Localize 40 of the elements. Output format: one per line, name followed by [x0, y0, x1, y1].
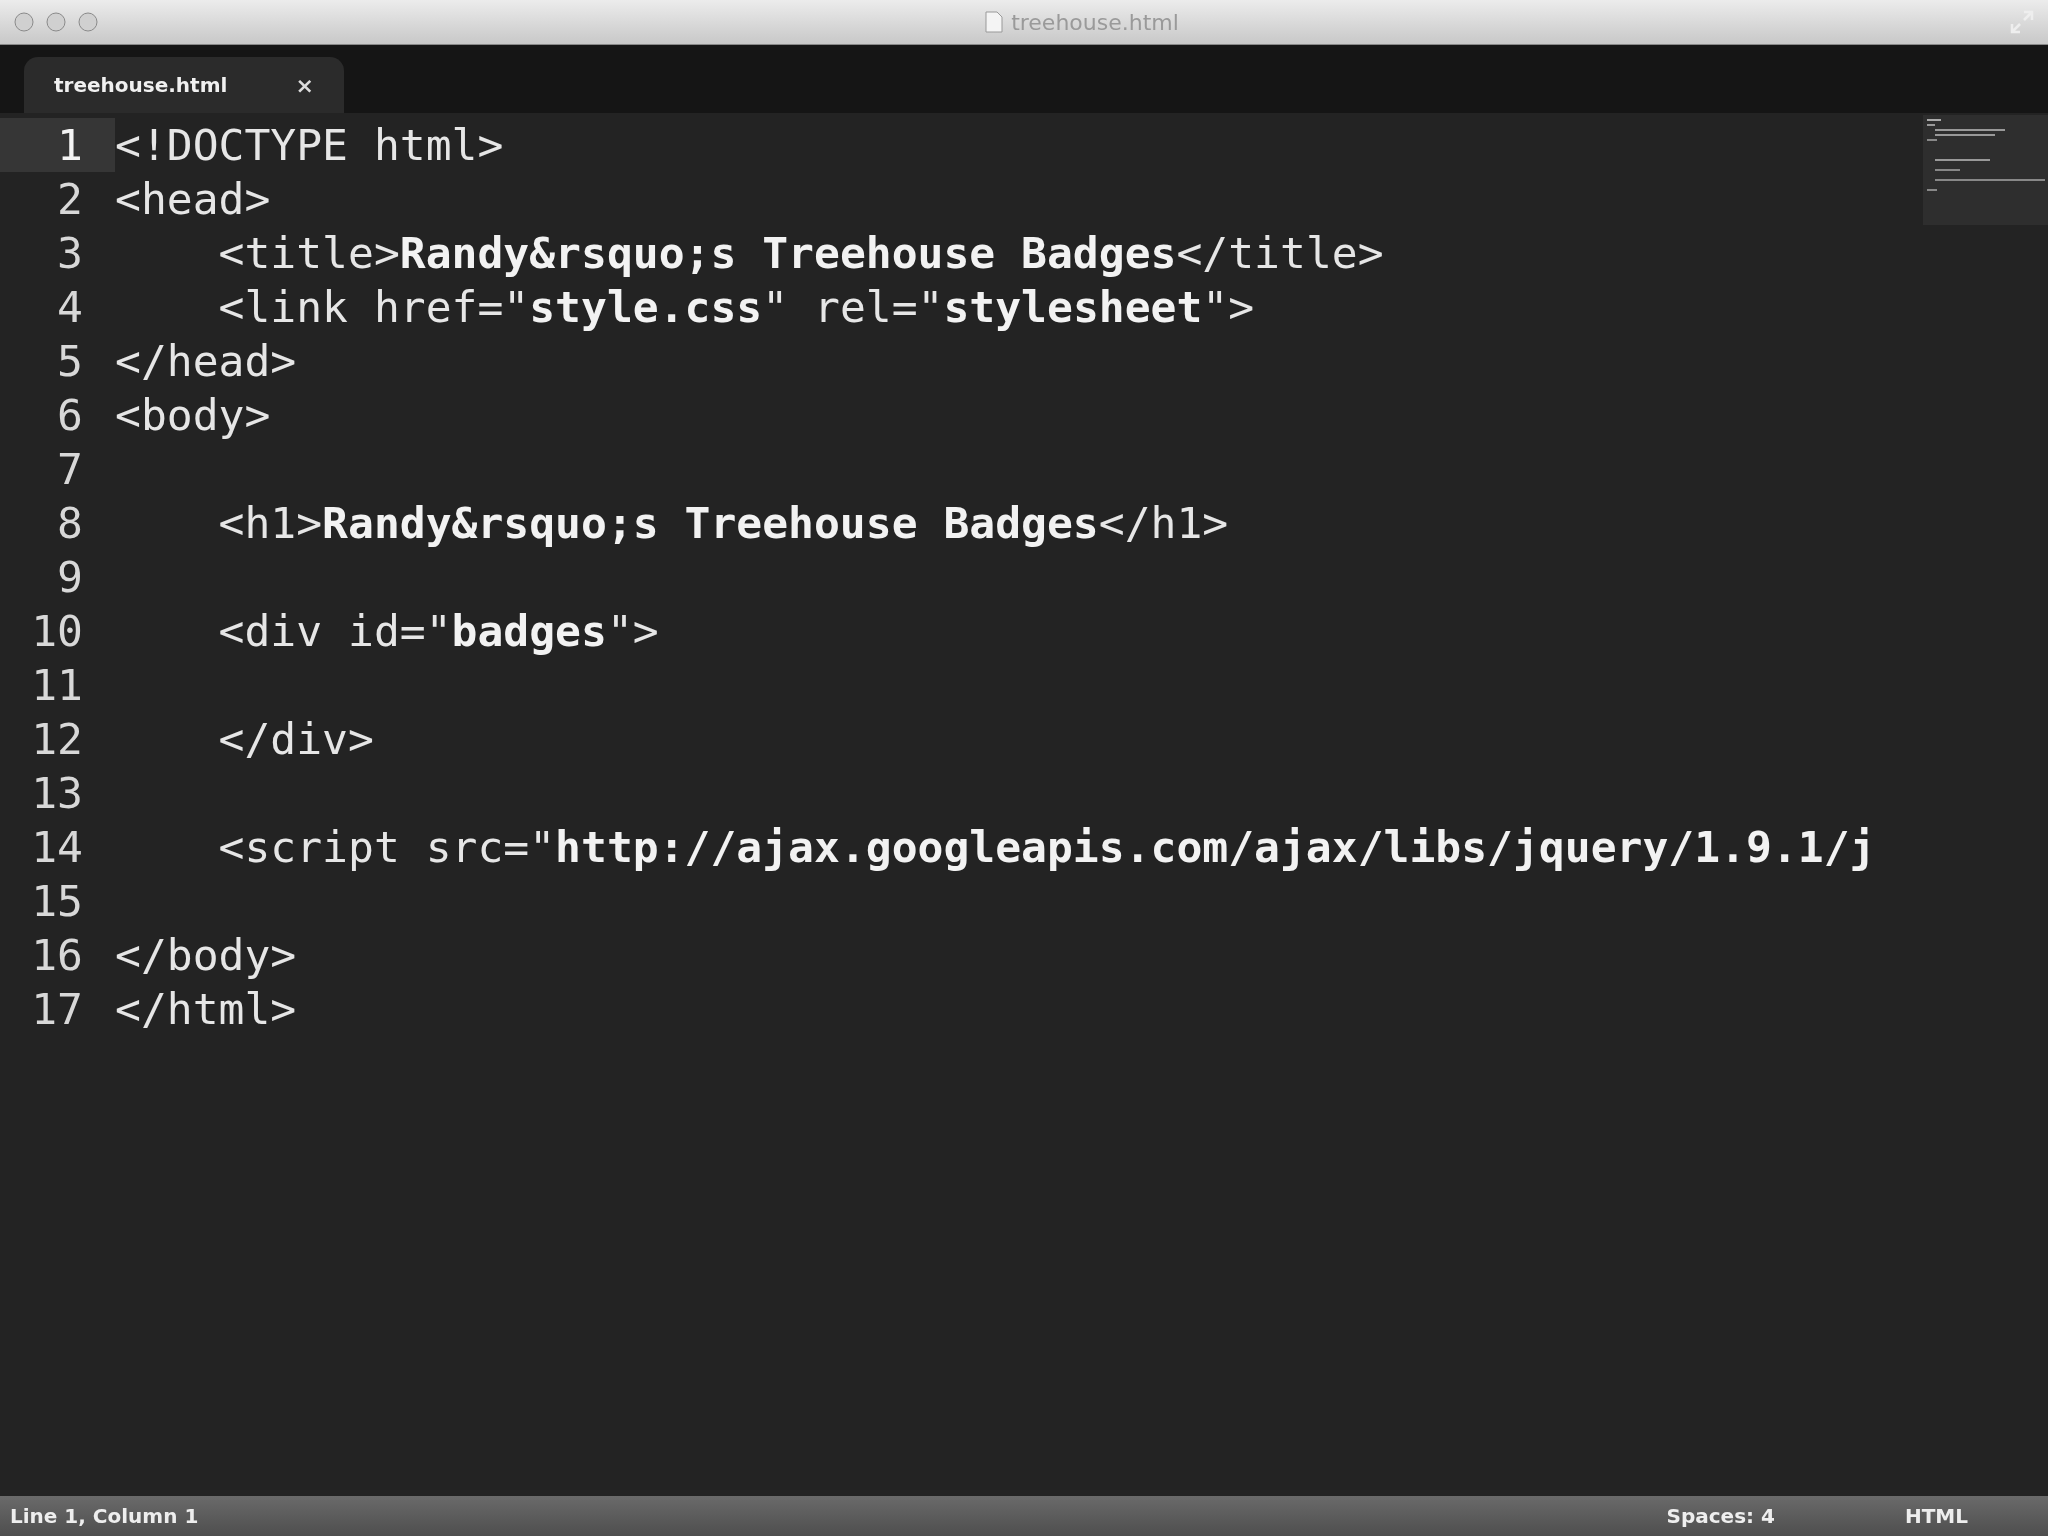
code-line: <body> [115, 390, 271, 440]
code-line: <script src="http://ajax.googleapis.com/ajax/libs/jquery/1.9.1/j [217, 822, 1876, 872]
code-line: </div> [217, 714, 374, 764]
cursor-position: Line 1, Column 1 [10, 1504, 199, 1528]
line-number: 1 [0, 118, 115, 172]
code-line: </head> [115, 336, 297, 386]
line-number: 16 [30, 929, 84, 982]
code-line: </html> [115, 984, 297, 1034]
line-number: 4 [56, 281, 84, 334]
line-number: 12 [30, 713, 84, 766]
line-number: 5 [56, 335, 84, 388]
code-line: <head> [115, 174, 271, 224]
code-line: <div id="badges"> [217, 606, 659, 656]
line-number: 7 [56, 443, 84, 496]
fullscreen-icon[interactable] [2010, 10, 2034, 34]
file-tab[interactable]: treehouse.html × [24, 57, 344, 113]
line-number: 3 [56, 227, 84, 280]
code-line: <!DOCTYPE html> [115, 120, 504, 170]
line-number: 17 [30, 983, 84, 1036]
window-control-icon[interactable] [14, 12, 34, 32]
line-number: 6 [56, 389, 84, 442]
indentation-setting[interactable]: Spaces: 4 [1666, 1504, 1775, 1528]
syntax-setting[interactable]: HTML [1904, 1504, 1968, 1528]
window-title: treehouse.html [1011, 9, 1179, 35]
line-number: 11 [30, 659, 84, 712]
window-control-icon[interactable] [78, 12, 98, 32]
code-line: <link href="style.css" rel="stylesheet"> [217, 282, 1255, 332]
line-number: 9 [56, 551, 84, 604]
line-number: 10 [30, 605, 84, 658]
code-line: <h1>Randy&rsquo;s Treehouse Badges</h1> [217, 498, 1229, 548]
window-control-icon[interactable] [46, 12, 66, 32]
line-number: 14 [30, 821, 84, 874]
line-number: 2 [56, 173, 84, 226]
line-number: 15 [30, 875, 84, 928]
line-number: 8 [56, 497, 84, 550]
line-number: 13 [30, 767, 84, 820]
close-icon[interactable]: × [295, 72, 314, 98]
code-line: <title>Randy&rsquo;s Treehouse Badges</title> [217, 228, 1384, 278]
code-line: </body> [115, 930, 297, 980]
document-icon [985, 11, 1004, 33]
